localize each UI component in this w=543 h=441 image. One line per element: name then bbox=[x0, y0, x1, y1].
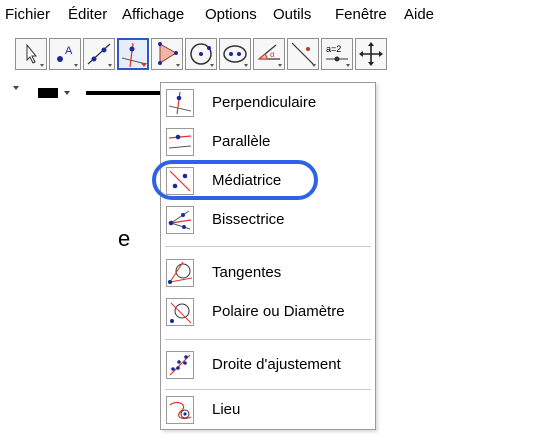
menu-bar: Fichier Éditer Affichage Options Outils … bbox=[0, 0, 543, 30]
tool-slider-button[interactable]: a=2 bbox=[321, 38, 353, 70]
menu-fichier[interactable]: Fichier bbox=[5, 6, 50, 23]
menu-item-label: Bissectrice bbox=[212, 211, 285, 228]
color-swatch[interactable] bbox=[38, 88, 58, 98]
slider-icon-label: a=2 bbox=[326, 44, 341, 54]
tool-ellipse-button[interactable] bbox=[219, 38, 251, 70]
style-bar-dropdown-arrow-icon bbox=[13, 86, 19, 90]
menu-item-droite-ajustement[interactable]: Droite d'ajustement bbox=[161, 348, 375, 382]
perpendicular-line-icon bbox=[121, 42, 147, 68]
tool-polygon-button[interactable] bbox=[151, 38, 183, 70]
ellipse-icon bbox=[223, 45, 248, 67]
menu-item-tangentes[interactable]: Tangentes bbox=[161, 256, 375, 290]
menu-separator bbox=[165, 246, 371, 247]
angle-bisector-icon bbox=[168, 210, 192, 230]
polygon-icon bbox=[158, 42, 180, 67]
tangents-icon bbox=[168, 261, 193, 284]
menu-item-label: Droite d'ajustement bbox=[212, 356, 341, 373]
circle-icon bbox=[190, 43, 214, 67]
menu-item-label: Lieu bbox=[212, 401, 241, 418]
tool-reflect-button[interactable] bbox=[287, 38, 319, 70]
slider-icon: a=2 bbox=[326, 44, 350, 67]
menu-item-label: Polaire ou Diamètre bbox=[212, 303, 345, 320]
menu-aide[interactable]: Aide bbox=[404, 6, 434, 23]
angle-icon-label: α bbox=[270, 50, 275, 59]
tool-line-button[interactable] bbox=[83, 38, 115, 70]
locus-icon bbox=[169, 401, 192, 420]
background-partial-text: e bbox=[118, 226, 131, 251]
menu-affichage[interactable]: Affichage bbox=[122, 6, 184, 23]
menu-item-perpendiculaire[interactable]: Perpendiculaire bbox=[161, 86, 375, 120]
menu-separator bbox=[165, 339, 371, 340]
polar-diameter-icon bbox=[170, 302, 192, 324]
tool-perpendicular-button[interactable] bbox=[117, 38, 149, 70]
highlight-annotation bbox=[152, 160, 318, 200]
tool-move-view-button[interactable] bbox=[355, 38, 387, 70]
menu-item-label: Parallèle bbox=[212, 133, 271, 150]
menu-item-bissectrice[interactable]: Bissectrice bbox=[161, 203, 375, 237]
reflect-icon bbox=[291, 42, 316, 67]
menu-item-polaire-ou-diametre[interactable]: Polaire ou Diamètre bbox=[161, 295, 375, 329]
line-icon bbox=[87, 43, 112, 67]
menu-fenetre[interactable]: Fenêtre bbox=[335, 6, 387, 23]
tool-point-button[interactable]: A bbox=[49, 38, 81, 70]
menu-item-label: Perpendiculaire bbox=[212, 94, 317, 111]
tool-move-button[interactable] bbox=[15, 38, 47, 70]
tool-angle-button[interactable]: α bbox=[253, 38, 285, 70]
menu-item-label: Tangentes bbox=[212, 264, 282, 281]
move-arrow-icon bbox=[26, 43, 44, 67]
menu-editer[interactable]: Éditer bbox=[68, 6, 107, 23]
parallel-icon bbox=[168, 134, 192, 149]
menu-outils[interactable]: Outils bbox=[273, 6, 311, 23]
menu-options[interactable]: Options bbox=[205, 6, 257, 23]
menu-item-parallele[interactable]: Parallèle bbox=[161, 125, 375, 159]
perpendicular-icon bbox=[168, 91, 192, 115]
line-style-swatch[interactable] bbox=[86, 91, 166, 95]
toolbar: A α a=2 bbox=[0, 30, 543, 84]
tool-dropdown-menu: Perpendiculaire Parallèle Médiatrice Bis… bbox=[160, 82, 376, 430]
tool-circle-button[interactable] bbox=[185, 38, 217, 70]
move-view-icon bbox=[359, 42, 383, 66]
best-fit-line-icon bbox=[169, 354, 191, 376]
menu-separator bbox=[165, 389, 371, 390]
angle-icon: α bbox=[257, 44, 282, 67]
menu-item-lieu[interactable]: Lieu bbox=[161, 393, 375, 427]
point-icon: A bbox=[57, 45, 78, 67]
point-icon-label: A bbox=[65, 45, 73, 57]
color-chevron-down-icon bbox=[64, 91, 70, 95]
